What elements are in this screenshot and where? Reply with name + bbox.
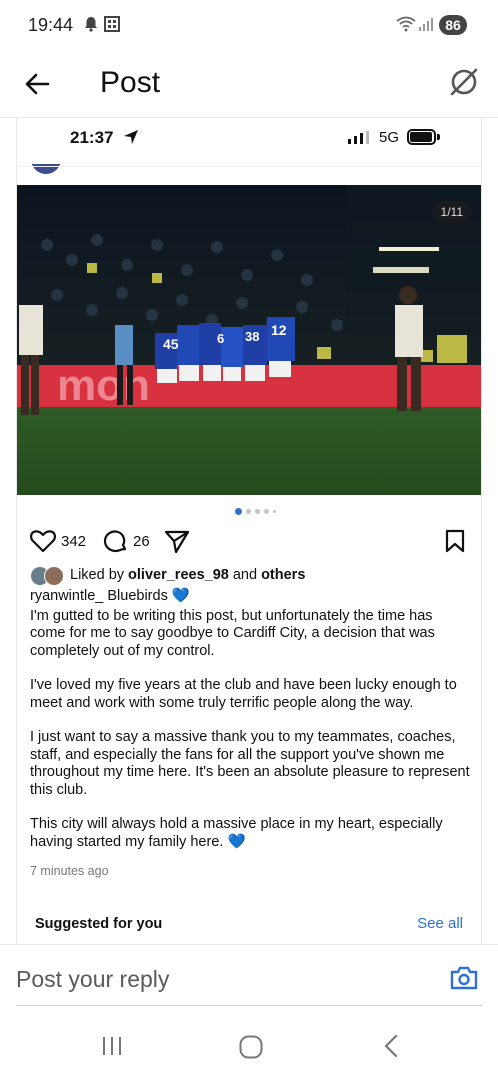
ad-board-text: mon [57,361,150,410]
status-bar: 19:44 86 [0,0,498,50]
embedded-status-bar: 21:37 5G [17,118,481,158]
app-header: Post [0,50,498,118]
reply-bar [0,944,498,1010]
post-photo[interactable]: mon 45 6 38 12 1/11 [17,185,481,495]
svg-text:45: 45 [163,336,179,352]
embedded-battery-icon [407,129,436,145]
arrow-left-icon [25,73,50,95]
liked-by-user[interactable]: oliver_rees_98 [128,567,229,583]
back-button[interactable] [22,68,54,100]
caption-paragraph: I just want to say a massive thank you t… [30,729,470,798]
recents-button[interactable] [100,1034,124,1063]
caption-username[interactable]: ryanwintle_ [30,588,103,604]
post-timestamp: 7 minutes ago [30,864,109,878]
like-button[interactable] [29,527,57,555]
bookmark-icon [445,529,465,553]
blue-heart-emoji: 💙 [227,833,246,850]
carousel-dot [246,509,251,514]
see-all-link[interactable]: See all [417,915,463,932]
status-time: 19:44 [28,15,74,35]
post-caption: ryanwintle_ Bluebirds 💙 I'm gutted to be… [30,588,472,851]
blue-heart-emoji: 💙 [171,588,190,604]
home-button[interactable] [238,1034,264,1065]
send-icon [164,530,190,554]
embedded-signal-icon [347,131,371,149]
comment-count: 26 [133,533,150,550]
embedded-screenshot[interactable]: 21:37 5G mon 45 6 38 12 1/11 342 26 Like… [16,118,482,944]
svg-text:6: 6 [217,331,224,346]
nav-back-button[interactable] [380,1034,402,1063]
caption-paragraph: I'm gutted to be writing this post, but … [30,607,435,659]
svg-text:12: 12 [271,322,287,338]
caption-paragraph: I've loved my five years at the club and… [30,677,457,711]
comment-icon [103,530,127,553]
signal-icon [418,17,434,36]
carousel-dot [264,509,269,514]
save-button[interactable] [443,527,467,555]
post-actions: 342 26 [17,523,481,559]
liked-avatars [30,566,70,586]
like-count: 342 [61,533,87,550]
svg-text:38: 38 [245,329,259,344]
reply-input[interactable] [16,963,416,995]
image-counter: 1/11 [432,201,471,223]
avatar [44,566,64,586]
page-title: Post [100,66,161,99]
grid-icon [104,16,120,37]
grok-slash-icon [450,68,478,96]
embedded-network: 5G [379,129,400,146]
comment-button[interactable] [101,527,129,555]
home-icon [239,1035,263,1059]
camera-button[interactable] [449,964,479,992]
system-nav-bar [0,1010,498,1080]
location-arrow-icon [123,129,139,150]
back-icon [384,1034,398,1058]
heart-icon [30,530,56,553]
wifi-icon [396,16,416,37]
bell-icon [84,16,98,37]
caption-first-line: Bluebirds [107,588,168,604]
liked-by[interactable]: Liked by oliver_rees_98 and others [30,564,470,588]
liked-by-others[interactable]: others [261,567,305,583]
recents-icon [103,1037,121,1055]
embedded-time: 21:37 [70,128,114,147]
camera-icon [450,966,478,990]
carousel-dot [273,510,276,513]
share-button[interactable] [163,527,191,555]
suggested-title: Suggested for you [35,916,163,932]
battery-indicator: 86 [439,15,467,35]
football-celebration-image: mon 45 6 38 12 [17,185,481,495]
carousel-dot [255,509,260,514]
liked-by-text: Liked by oliver_rees_98 and others [70,567,306,583]
grok-button[interactable] [446,64,482,100]
carousel-dot [235,508,242,515]
